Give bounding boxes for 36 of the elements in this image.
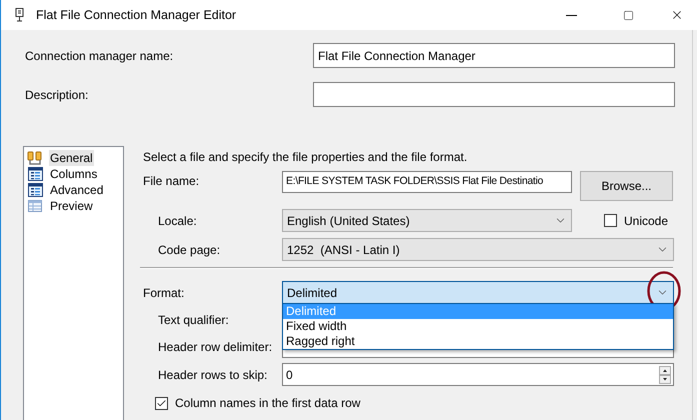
field-label: Description:	[25, 88, 88, 102]
browse-button[interactable]: Browse...	[580, 171, 673, 201]
checkbox[interactable]	[155, 396, 168, 410]
name-field[interactable]: Flat File Connection Manager	[313, 43, 675, 68]
instructions-text: Select a file and specify the file properties and the file format.	[143, 149, 468, 166]
description-field[interactable]	[313, 82, 675, 107]
dropdown-option[interactable]: Fixed width	[283, 319, 673, 334]
field-label: Connection manager name:	[25, 48, 174, 62]
field-label: Text qualifier:	[158, 313, 229, 327]
minimize-icon	[566, 14, 577, 16]
sidebar-item[interactable]: Columns	[49, 166, 98, 182]
checkbox-label: Column names in the first data row	[175, 395, 360, 412]
plug-icon	[15, 8, 24, 22]
sidebar-item[interactable]: Advanced	[49, 182, 104, 198]
field-label: File name:	[143, 174, 200, 188]
checkbox[interactable]	[604, 214, 617, 227]
format-dropdown[interactable]: Delimited	[282, 281, 674, 304]
sidebar-item[interactable]: Preview	[49, 198, 94, 214]
table-icon	[28, 183, 42, 197]
locale-dropdown[interactable]: English (United States)	[282, 209, 572, 232]
table-icon	[28, 200, 42, 212]
window-title: Flat File Connection Manager Editor	[36, 6, 236, 24]
field-label: Header rows to skip:	[158, 368, 268, 382]
field-label: Header row delimiter:	[158, 340, 272, 354]
spinner-arrows-icon	[659, 366, 671, 384]
checkbox-label: Unicode	[624, 212, 668, 230]
header-rows-spin-field[interactable]: 0	[282, 363, 674, 386]
field-label: Locale:	[158, 214, 197, 228]
sidebar-item[interactable]: General	[49, 150, 94, 166]
field-label: Format:	[143, 286, 184, 300]
table-icon	[28, 167, 42, 181]
code-page-dropdown[interactable]: 1252 (ANSI - Latin I)	[282, 238, 674, 261]
maximize-icon	[623, 10, 634, 20]
field-label: Code page:	[158, 242, 220, 256]
file-name-field[interactable]: E:\FILE SYSTEM TASK FOLDER\SSIS Flat File Destinatio	[282, 171, 572, 193]
dropdown-option[interactable]: Ragged right	[283, 334, 673, 349]
